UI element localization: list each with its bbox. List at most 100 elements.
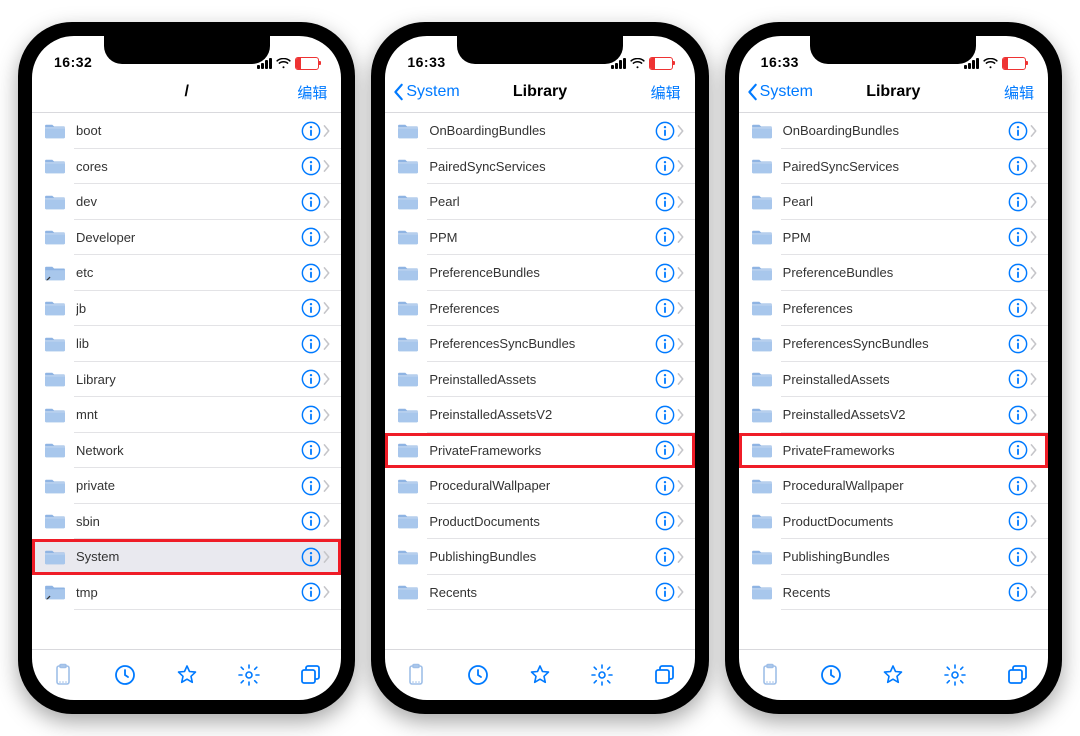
info-icon[interactable]: [655, 334, 675, 354]
list-item[interactable]: System: [32, 539, 341, 575]
info-icon[interactable]: [301, 582, 321, 602]
list-item[interactable]: PreferenceBundles: [385, 255, 694, 291]
tab-star[interactable]: [862, 650, 924, 700]
list-item[interactable]: PPM: [385, 220, 694, 256]
info-icon[interactable]: [301, 476, 321, 496]
list-item[interactable]: ProductDocuments: [739, 504, 1048, 540]
list-item[interactable]: Preferences: [385, 291, 694, 327]
info-icon[interactable]: [655, 121, 675, 141]
tab-star[interactable]: [156, 650, 218, 700]
list-item[interactable]: PreinstalledAssets: [385, 362, 694, 398]
info-icon[interactable]: [301, 405, 321, 425]
tab-gear[interactable]: [571, 650, 633, 700]
list-item[interactable]: mnt: [32, 397, 341, 433]
list-item[interactable]: PrivateFrameworks: [739, 433, 1048, 469]
list-item[interactable]: OnBoardingBundles: [739, 113, 1048, 149]
info-icon[interactable]: [1008, 156, 1028, 176]
list-item[interactable]: PreinstalledAssetsV2: [385, 397, 694, 433]
info-icon[interactable]: [655, 476, 675, 496]
info-icon[interactable]: [655, 298, 675, 318]
info-icon[interactable]: [1008, 582, 1028, 602]
info-icon[interactable]: [1008, 121, 1028, 141]
info-icon[interactable]: [301, 511, 321, 531]
info-icon[interactable]: [1008, 298, 1028, 318]
info-icon[interactable]: [1008, 440, 1028, 460]
info-icon[interactable]: [655, 156, 675, 176]
info-icon[interactable]: [1008, 227, 1028, 247]
info-icon[interactable]: [1008, 369, 1028, 389]
info-icon[interactable]: [655, 511, 675, 531]
info-icon[interactable]: [1008, 511, 1028, 531]
info-icon[interactable]: [301, 334, 321, 354]
info-icon[interactable]: [301, 263, 321, 283]
file-list[interactable]: bootcoresdevDeveloperetcjblibLibrarymntN…: [32, 113, 341, 649]
list-item[interactable]: PreferencesSyncBundles: [739, 326, 1048, 362]
info-icon[interactable]: [301, 298, 321, 318]
info-icon[interactable]: [655, 582, 675, 602]
list-item[interactable]: lib: [32, 326, 341, 362]
list-item[interactable]: PreinstalledAssetsV2: [739, 397, 1048, 433]
info-icon[interactable]: [655, 192, 675, 212]
list-item[interactable]: PairedSyncServices: [739, 149, 1048, 185]
tab-clipboard[interactable]: [739, 650, 801, 700]
list-item[interactable]: ProceduralWallpaper: [739, 468, 1048, 504]
list-item[interactable]: PairedSyncServices: [385, 149, 694, 185]
info-icon[interactable]: [655, 547, 675, 567]
info-icon[interactable]: [1008, 547, 1028, 567]
list-item[interactable]: Network: [32, 433, 341, 469]
list-item[interactable]: Recents: [385, 575, 694, 611]
tab-windows[interactable]: [633, 650, 695, 700]
info-icon[interactable]: [301, 156, 321, 176]
list-item[interactable]: Recents: [739, 575, 1048, 611]
edit-button[interactable]: 编辑: [651, 82, 681, 103]
info-icon[interactable]: [301, 547, 321, 567]
list-item[interactable]: Preferences: [739, 291, 1048, 327]
info-icon[interactable]: [301, 121, 321, 141]
info-icon[interactable]: [1008, 263, 1028, 283]
tab-gear[interactable]: [924, 650, 986, 700]
tab-clock[interactable]: [801, 650, 863, 700]
list-item[interactable]: ProductDocuments: [385, 504, 694, 540]
tab-clock[interactable]: [447, 650, 509, 700]
info-icon[interactable]: [1008, 476, 1028, 496]
list-item[interactable]: Developer: [32, 220, 341, 256]
info-icon[interactable]: [1008, 405, 1028, 425]
list-item[interactable]: Library: [32, 362, 341, 398]
list-item[interactable]: tmp: [32, 575, 341, 611]
list-item[interactable]: Pearl: [385, 184, 694, 220]
list-item[interactable]: PreinstalledAssets: [739, 362, 1048, 398]
list-item[interactable]: etc: [32, 255, 341, 291]
list-item[interactable]: PreferencesSyncBundles: [385, 326, 694, 362]
tab-star[interactable]: [509, 650, 571, 700]
tab-gear[interactable]: [218, 650, 280, 700]
tab-windows[interactable]: [986, 650, 1048, 700]
list-item[interactable]: jb: [32, 291, 341, 327]
file-list[interactable]: OnBoardingBundlesPairedSyncServicesPearl…: [739, 113, 1048, 649]
list-item[interactable]: cores: [32, 149, 341, 185]
info-icon[interactable]: [1008, 334, 1028, 354]
info-icon[interactable]: [301, 227, 321, 247]
file-list[interactable]: OnBoardingBundlesPairedSyncServicesPearl…: [385, 113, 694, 649]
info-icon[interactable]: [655, 440, 675, 460]
list-item[interactable]: ProceduralWallpaper: [385, 468, 694, 504]
info-icon[interactable]: [655, 263, 675, 283]
list-item[interactable]: OnBoardingBundles: [385, 113, 694, 149]
info-icon[interactable]: [655, 369, 675, 389]
tab-windows[interactable]: [279, 650, 341, 700]
list-item[interactable]: PreferenceBundles: [739, 255, 1048, 291]
info-icon[interactable]: [1008, 192, 1028, 212]
list-item[interactable]: Pearl: [739, 184, 1048, 220]
info-icon[interactable]: [301, 192, 321, 212]
list-item[interactable]: PrivateFrameworks: [385, 433, 694, 469]
tab-clipboard[interactable]: [385, 650, 447, 700]
info-icon[interactable]: [301, 440, 321, 460]
tab-clock[interactable]: [94, 650, 156, 700]
list-item[interactable]: sbin: [32, 504, 341, 540]
tab-clipboard[interactable]: [32, 650, 94, 700]
edit-button[interactable]: 编辑: [1004, 82, 1034, 103]
list-item[interactable]: PPM: [739, 220, 1048, 256]
info-icon[interactable]: [301, 369, 321, 389]
edit-button[interactable]: 编辑: [297, 82, 327, 103]
list-item[interactable]: boot: [32, 113, 341, 149]
list-item[interactable]: PublishingBundles: [739, 539, 1048, 575]
